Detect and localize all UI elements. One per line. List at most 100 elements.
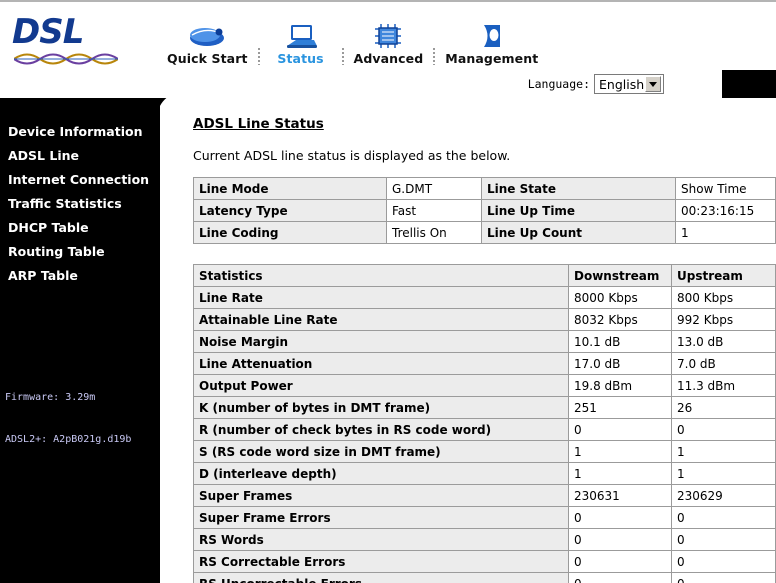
cell-label: Attainable Line Rate bbox=[193, 308, 569, 331]
sidebar-item-arp-table[interactable]: ARP Table bbox=[8, 268, 160, 292]
cell-value-downstream: 0 bbox=[568, 418, 672, 441]
language-selector[interactable]: Language: English bbox=[528, 74, 664, 94]
sidebar-item-adsl-line[interactable]: ADSL Line bbox=[8, 148, 160, 172]
cell-label: Super Frame Errors bbox=[193, 506, 569, 529]
cell-label: Line Up Time bbox=[481, 199, 676, 222]
cell-label: Output Power bbox=[193, 374, 569, 397]
table-spacer bbox=[193, 244, 772, 264]
cell-value-upstream: 992 Kbps bbox=[671, 308, 776, 331]
table-row: S (RS code word size in DMT frame) 1 1 bbox=[193, 440, 776, 463]
cell-value-downstream: 1 bbox=[568, 440, 672, 463]
cell-value: G.DMT bbox=[386, 177, 482, 200]
nav-label-management: Management bbox=[445, 51, 539, 66]
table-row: Line Coding Trellis On Line Up Count 1 bbox=[193, 221, 776, 244]
cell-value-downstream: 0 bbox=[568, 550, 672, 573]
cell-value-upstream: 1 bbox=[671, 462, 776, 485]
nav-label-quick-start: Quick Start bbox=[167, 51, 248, 66]
statistics-table-head: Statistics Downstream Upstream bbox=[193, 264, 776, 287]
cell-value-upstream: 7.0 dB bbox=[671, 352, 776, 375]
cell-value: Trellis On bbox=[386, 221, 482, 244]
cell-value-upstream: 230629 bbox=[671, 484, 776, 507]
sidebar-menu: Device Information ADSL Line Internet Co… bbox=[8, 124, 160, 292]
main-navigation: Quick Start Status Advanced Management bbox=[160, 8, 545, 66]
cell-value-upstream: 0 bbox=[671, 418, 776, 441]
table-row: R (number of check bytes in RS code word… bbox=[193, 418, 776, 441]
cell-label: Line Up Count bbox=[481, 221, 676, 244]
sidebar-item-routing-table[interactable]: Routing Table bbox=[8, 244, 160, 268]
twisted-pair-graphic bbox=[14, 53, 118, 65]
monitor-icon bbox=[284, 21, 318, 49]
cell-label: K (number of bytes in DMT frame) bbox=[193, 396, 569, 419]
line-status-table: Line Mode G.DMT Line State Show Time Lat… bbox=[193, 177, 776, 244]
nav-label-advanced: Advanced bbox=[353, 51, 424, 66]
dsl-logo: DSL bbox=[12, 10, 120, 66]
cell-value-downstream: 10.1 dB bbox=[568, 330, 672, 353]
cell-value-upstream: 0 bbox=[671, 550, 776, 573]
table-row: Output Power 19.8 dBm 11.3 dBm bbox=[193, 374, 776, 397]
table-row: Line Rate 8000 Kbps 800 Kbps bbox=[193, 286, 776, 309]
table-row: Line Mode G.DMT Line State Show Time bbox=[193, 177, 776, 200]
firmware-version: Firmware: 3.29m bbox=[5, 392, 96, 403]
chevron-down-icon[interactable] bbox=[645, 76, 661, 92]
nav-item-management[interactable]: Management bbox=[438, 21, 545, 66]
adsl-version: ADSL2+: A2pB021g.d19b bbox=[5, 434, 132, 445]
nav-item-advanced[interactable]: Advanced bbox=[347, 21, 431, 66]
line-status-table-body: Line Mode G.DMT Line State Show Time Lat… bbox=[193, 177, 776, 244]
table-row: Super Frame Errors 0 0 bbox=[193, 506, 776, 529]
chip-icon bbox=[372, 21, 404, 49]
cell-label: Line Attenuation bbox=[193, 352, 569, 375]
cell-label: Line Coding bbox=[193, 221, 387, 244]
language-bar: Language: English bbox=[0, 70, 776, 98]
key-icon bbox=[479, 21, 505, 49]
table-row: RS Correctable Errors 0 0 bbox=[193, 550, 776, 573]
cell-value-downstream: 8032 Kbps bbox=[568, 308, 672, 331]
column-header-downstream: Downstream bbox=[568, 264, 672, 287]
router-admin-page: DSL Quick Start Status Advanced Manageme… bbox=[0, 0, 776, 583]
cell-label: RS Correctable Errors bbox=[193, 550, 569, 573]
sidebar-item-internet-connection[interactable]: Internet Connection bbox=[8, 172, 160, 196]
cell-label: Line State bbox=[481, 177, 676, 200]
table-row: Attainable Line Rate 8032 Kbps 992 Kbps bbox=[193, 308, 776, 331]
cell-label: R (number of check bytes in RS code word… bbox=[193, 418, 569, 441]
header-white-panel: DSL Quick Start Status Advanced Manageme… bbox=[0, 2, 722, 70]
column-header-upstream: Upstream bbox=[671, 264, 776, 287]
table-row: K (number of bytes in DMT frame) 251 26 bbox=[193, 396, 776, 419]
nav-item-quick-start[interactable]: Quick Start bbox=[160, 21, 255, 66]
nav-item-status[interactable]: Status bbox=[263, 21, 339, 66]
table-row: RS Uncorrectable Errors00 bbox=[193, 572, 776, 583]
cell-value-downstream: 19.8 dBm bbox=[568, 374, 672, 397]
cell-label: Line Mode bbox=[193, 177, 387, 200]
cell-value-upstream: 26 bbox=[671, 396, 776, 419]
cell-value-downstream: 0 bbox=[568, 572, 672, 583]
cell-value-upstream: 1 bbox=[671, 440, 776, 463]
language-dropdown[interactable]: English bbox=[594, 74, 664, 94]
statistics-table-body: Line Rate 8000 Kbps 800 Kbps Attainable Lin… bbox=[193, 286, 776, 583]
cell-label: Noise Margin bbox=[193, 330, 569, 353]
table-row: Line Attenuation 17.0 dB 7.0 dB bbox=[193, 352, 776, 375]
table-row: D (interleave depth) 1 1 bbox=[193, 462, 776, 485]
sidebar-item-device-information[interactable]: Device Information bbox=[8, 124, 160, 148]
cell-value-upstream: 0 bbox=[671, 528, 776, 551]
cell-value: 00:23:16:15 bbox=[675, 199, 776, 222]
cell-value-downstream: 230631 bbox=[568, 484, 672, 507]
statistics-table: Statistics Downstream Upstream Line Rate… bbox=[193, 264, 776, 583]
cell-value-downstream: 251 bbox=[568, 396, 672, 419]
language-selected-value: English bbox=[599, 76, 645, 92]
sidebar-item-dhcp-table[interactable]: DHCP Table bbox=[8, 220, 160, 244]
cell-label: Latency Type bbox=[193, 199, 387, 222]
page-title: ADSL Line Status bbox=[193, 116, 324, 132]
cell-value-downstream: 0 bbox=[568, 506, 672, 529]
nav-label-status: Status bbox=[277, 51, 324, 66]
table-row: Noise Margin 10.1 dB 13.0 dB bbox=[193, 330, 776, 353]
firmware-info: Firmware: 3.29m ADSL2+: A2pB021g.d19b bbox=[5, 363, 131, 475]
nav-separator bbox=[433, 48, 436, 65]
table-row: Latency Type Fast Line Up Time 00:23:16:… bbox=[193, 199, 776, 222]
sidebar-item-traffic-statistics[interactable]: Traffic Statistics bbox=[8, 196, 160, 220]
cell-value-downstream: 17.0 dB bbox=[568, 352, 672, 375]
cell-value-downstream: 0 bbox=[568, 528, 672, 551]
language-bar-panel: Language: English bbox=[0, 70, 722, 98]
nav-separator bbox=[341, 48, 344, 65]
cell-value-upstream: 0 bbox=[671, 506, 776, 529]
cell-label: RS Words bbox=[193, 528, 569, 551]
cell-value-downstream: 8000 Kbps bbox=[568, 286, 672, 309]
